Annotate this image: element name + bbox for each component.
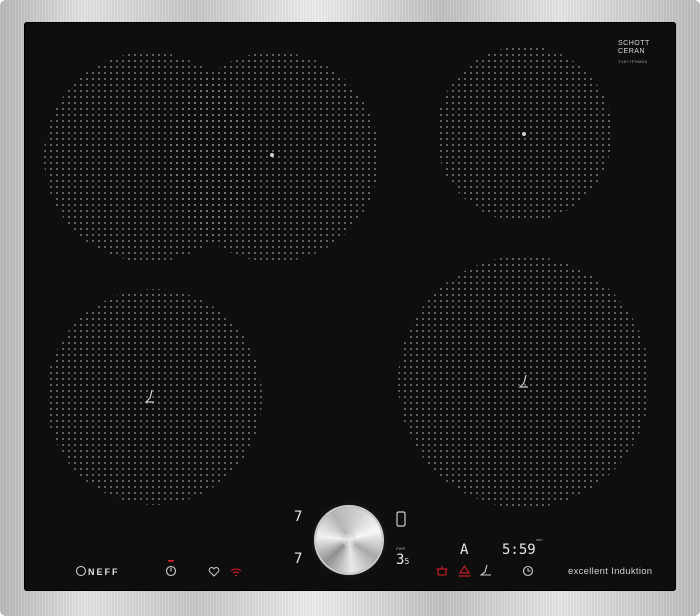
flex-zone-rear-left[interactable] — [44, 52, 379, 262]
glass-maker-logo: SCHOTT CERAN T1877FHM00 — [618, 40, 650, 64]
twist-knob[interactable] — [316, 507, 382, 573]
auto-indicator: A — [460, 542, 469, 558]
level-display-bottom: 7 — [294, 551, 303, 567]
cooking-zones — [44, 46, 650, 508]
power-level-display: 35 — [396, 552, 410, 568]
brand-logo: NEFF — [76, 566, 120, 577]
wifi-icon[interactable] — [230, 568, 242, 577]
tagline: excellent Induktion — [568, 566, 653, 577]
hob-link-icon[interactable] — [458, 565, 471, 577]
clock-icon[interactable] — [522, 565, 534, 577]
timer-display: 5:59 — [502, 542, 536, 558]
power-indicator-led — [168, 560, 174, 562]
power-label: PWR — [396, 546, 406, 551]
level-display-top: 7 — [294, 509, 303, 525]
pot-icon[interactable] — [436, 565, 448, 577]
frying-sensor-icon[interactable] — [480, 564, 492, 577]
power-icon[interactable] — [165, 565, 177, 577]
zone-rear-right[interactable] — [436, 46, 612, 222]
glass-cooktop: SCHOTT CERAN T1877FHM00 7 7 PWR 35 A min… — [24, 22, 676, 591]
zone-front-left[interactable] — [46, 289, 262, 505]
phone-icon[interactable] — [396, 511, 406, 527]
timer-label: min — [536, 537, 543, 542]
heart-icon[interactable] — [208, 566, 220, 577]
